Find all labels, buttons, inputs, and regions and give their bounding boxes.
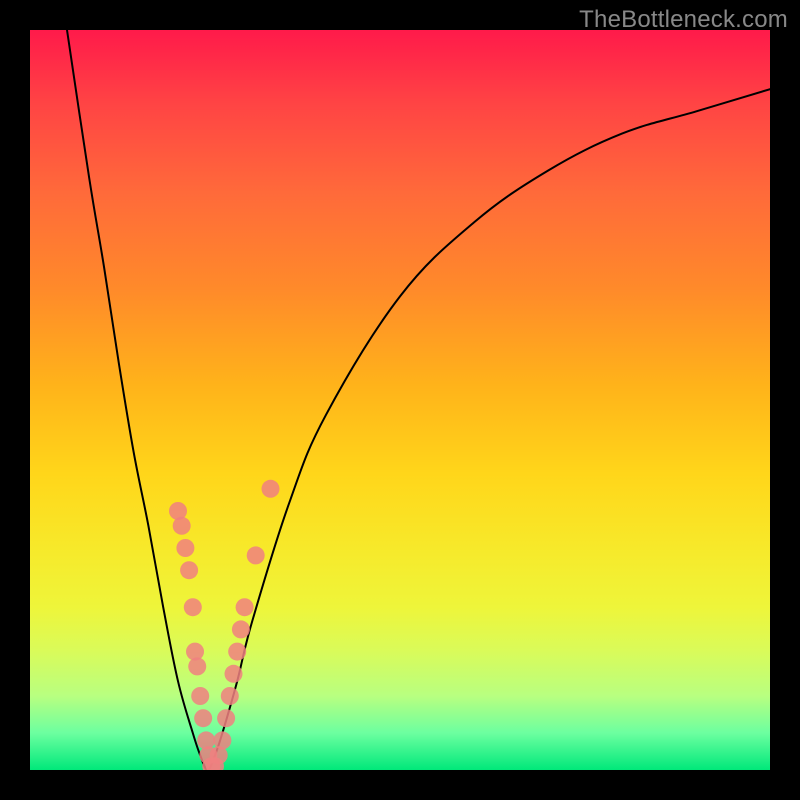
marker-point bbox=[194, 709, 212, 727]
marker-point bbox=[232, 620, 250, 638]
watermark-text: TheBottleneck.com bbox=[579, 6, 788, 34]
marker-point bbox=[184, 598, 202, 616]
marker-point bbox=[221, 687, 239, 705]
marker-point bbox=[213, 731, 231, 749]
marker-point bbox=[236, 598, 254, 616]
marker-point bbox=[188, 657, 206, 675]
bottleneck-curve-path bbox=[67, 30, 770, 770]
marker-group bbox=[169, 480, 280, 770]
bottleneck-curve-svg bbox=[30, 30, 770, 770]
marker-point bbox=[262, 480, 280, 498]
marker-point bbox=[217, 709, 235, 727]
marker-point bbox=[173, 517, 191, 535]
marker-point bbox=[180, 561, 198, 579]
marker-point bbox=[191, 687, 209, 705]
chart-plot-area bbox=[30, 30, 770, 770]
marker-point bbox=[225, 665, 243, 683]
marker-point bbox=[228, 643, 246, 661]
marker-point bbox=[176, 539, 194, 557]
marker-point bbox=[247, 546, 265, 564]
